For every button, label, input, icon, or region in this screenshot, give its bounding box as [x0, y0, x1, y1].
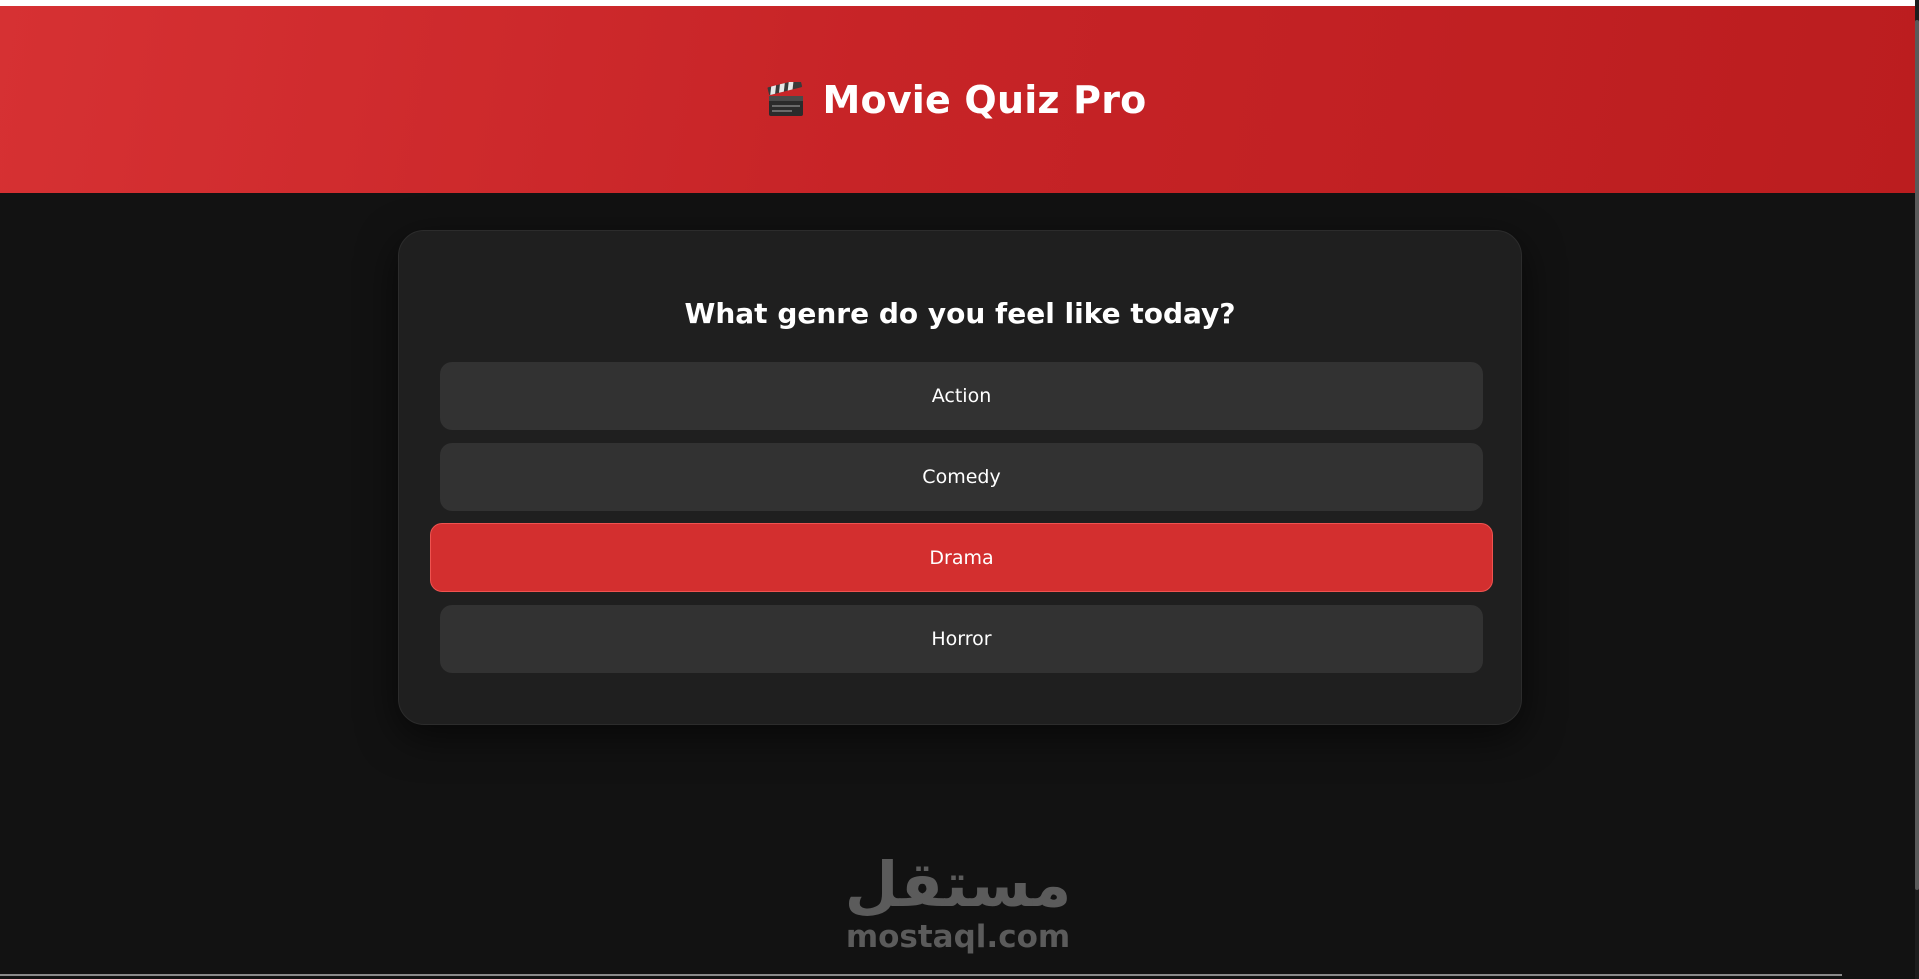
bottom-divider [0, 974, 1842, 976]
option-comedy[interactable]: Comedy [440, 443, 1483, 511]
quiz-question: What genre do you feel like today? [684, 297, 1236, 330]
page-title: Movie Quiz Pro [822, 77, 1147, 122]
watermark-logo: مستقل mostaql.com [838, 850, 1078, 960]
option-label: Comedy [922, 466, 1001, 488]
option-label: Drama [929, 546, 994, 569]
option-drama[interactable]: Drama [430, 523, 1493, 592]
vertical-scrollbar[interactable] [1915, 0, 1919, 979]
app-header: Movie Quiz Pro [0, 6, 1915, 193]
option-action[interactable]: Action [440, 362, 1483, 430]
scrollbar-thumb[interactable] [1915, 20, 1919, 890]
watermark-arabic: مستقل [844, 848, 1072, 921]
header-title-group: Movie Quiz Pro [767, 78, 1147, 122]
quiz-card: What genre do you feel like today? Actio… [398, 230, 1522, 725]
option-label: Action [931, 385, 992, 407]
clapperboard-icon [767, 78, 805, 118]
watermark-latin: mostaql.com [845, 919, 1071, 955]
option-horror[interactable]: Horror [440, 605, 1483, 673]
option-label: Horror [931, 628, 992, 650]
